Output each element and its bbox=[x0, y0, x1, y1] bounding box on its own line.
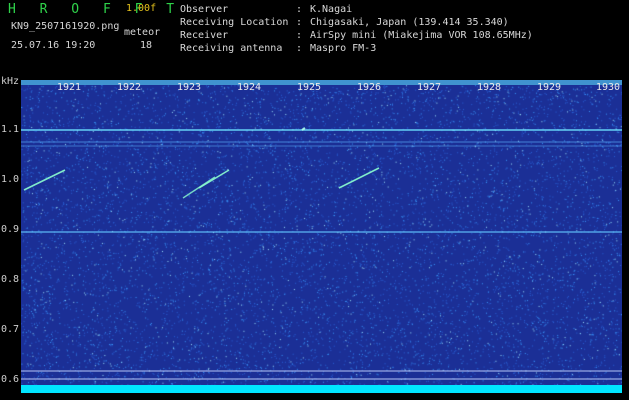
minute-label-1928: 1928 bbox=[477, 82, 502, 93]
y-tick-0-7: 0.7 bbox=[1, 324, 20, 335]
frequency-unit-label: kHz bbox=[1, 76, 20, 87]
observation-datetime: 25.07.16 19:20 bbox=[11, 40, 96, 51]
meteor-echo-1 bbox=[23, 169, 66, 191]
minute-label-1926: 1926 bbox=[357, 82, 382, 93]
minute-label-1924: 1924 bbox=[237, 82, 262, 93]
meta-location: Receiving Location: Chigasaki, Japan (139… bbox=[180, 17, 509, 28]
meteor-echo-3 bbox=[198, 169, 230, 189]
y-tick-0-9: 0.9 bbox=[1, 224, 20, 235]
top-band bbox=[21, 80, 622, 85]
observation-mode: meteor bbox=[124, 27, 161, 38]
meta-observer: Observer: K.Nagai bbox=[180, 4, 353, 15]
baseline-band bbox=[21, 385, 622, 393]
minute-label-1927: 1927 bbox=[417, 82, 442, 93]
meteor-echo-4 bbox=[338, 167, 380, 189]
minute-label-1929: 1929 bbox=[537, 82, 562, 93]
minute-label-1923: 1923 bbox=[177, 82, 202, 93]
minute-label-1930: 1930 bbox=[596, 82, 621, 93]
meteor-count: 18 bbox=[140, 40, 153, 51]
spectrogram-overlay bbox=[21, 80, 622, 393]
image-filename: KN9_2507161920.png bbox=[11, 21, 120, 32]
y-tick-0-6: 0.6 bbox=[1, 374, 20, 385]
y-tick-0-8: 0.8 bbox=[1, 274, 20, 285]
observation-info: Observer: K.Nagai Receiving Location: Chig… bbox=[180, 3, 533, 55]
meta-antenna: Receiving antenna: Maspro FM-3 bbox=[180, 43, 377, 54]
minute-label-1925: 1925 bbox=[297, 82, 322, 93]
spectrogram-panel bbox=[21, 80, 622, 393]
minute-label-1921: 1921 bbox=[57, 82, 82, 93]
meta-receiver: Receiver: AirSpy mini (Miakejima VOR 108.… bbox=[180, 30, 533, 41]
y-tick-1-1: 1.1 bbox=[1, 124, 20, 135]
app-version: 1.00f bbox=[126, 3, 157, 14]
y-tick-1-0: 1.0 bbox=[1, 174, 20, 185]
minute-label-1922: 1922 bbox=[117, 82, 142, 93]
